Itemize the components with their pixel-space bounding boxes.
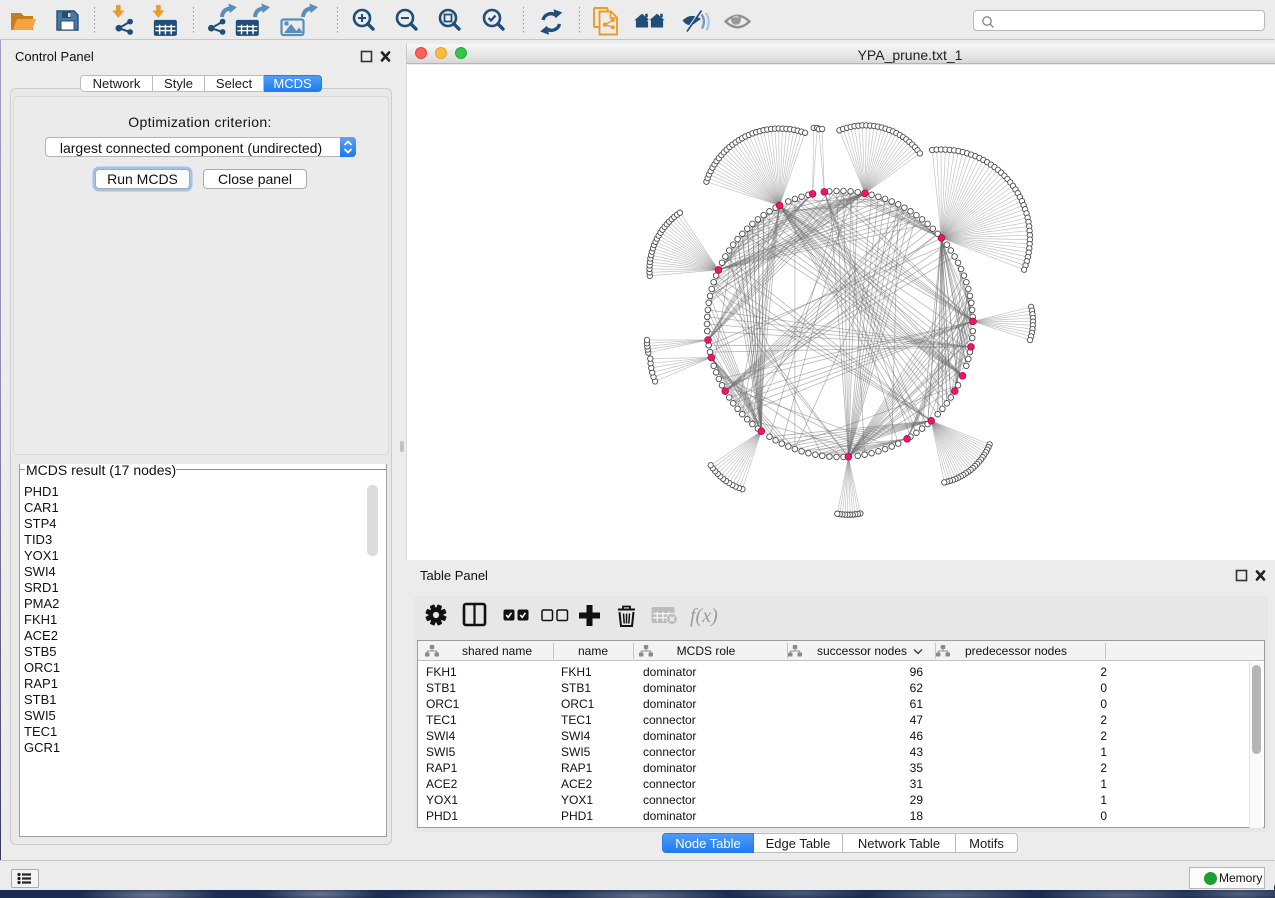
svg-text:f(x): f(x) <box>690 605 718 627</box>
